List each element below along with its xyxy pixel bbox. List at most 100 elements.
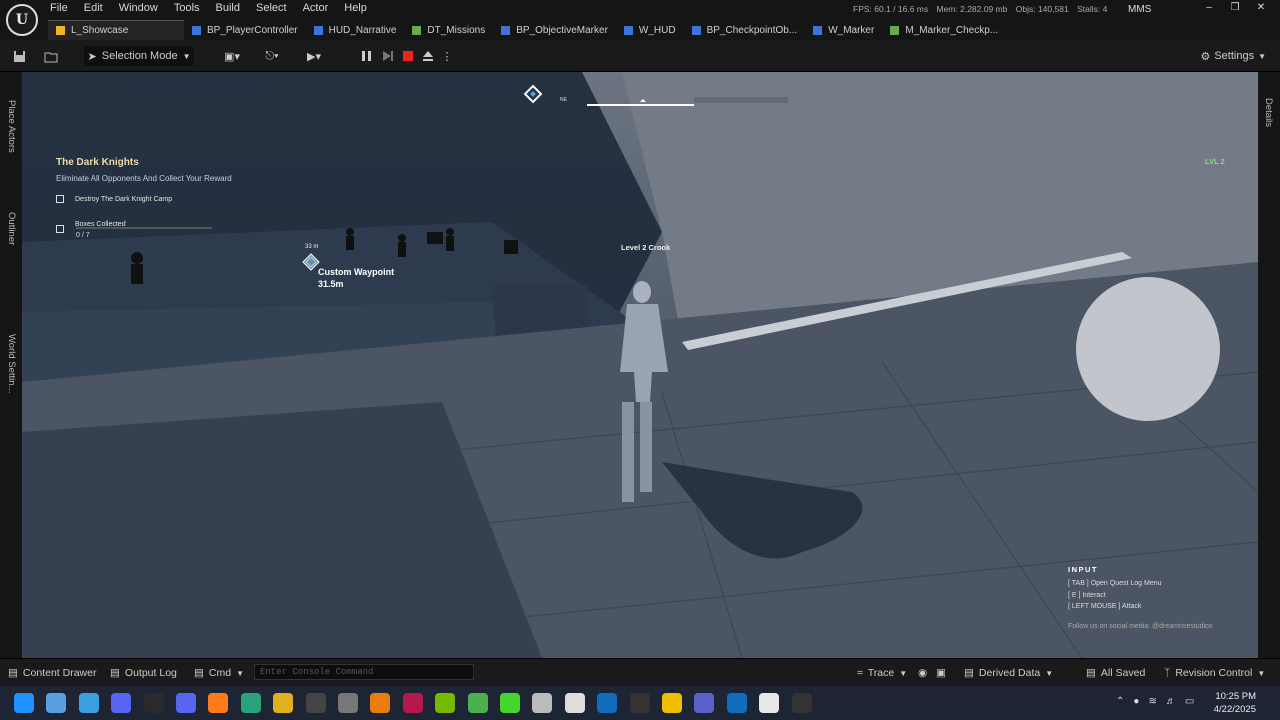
discord-icon[interactable]	[111, 693, 132, 713]
user-label[interactable]: MMS	[1128, 4, 1151, 15]
nvidia-app-icon[interactable]	[435, 693, 456, 713]
cinematics-icon[interactable]: ▶▾	[300, 46, 328, 66]
indesign-icon[interactable]	[402, 693, 423, 713]
selection-mode-dropdown[interactable]: ➤ Selection Mode ▼	[84, 46, 194, 66]
chevron-up-icon[interactable]: ⌃	[1116, 696, 1124, 707]
chrome-icon[interactable]	[273, 693, 294, 713]
tab-1[interactable]: BP_PlayerController	[184, 20, 306, 40]
blender-icon[interactable]	[370, 693, 391, 713]
unreal-logo-icon[interactable]: U	[6, 4, 38, 36]
trace-dropdown[interactable]: ≈ Trace ▼	[857, 667, 907, 679]
window-controls: – ❐ ✕	[1196, 0, 1274, 16]
folder-icon[interactable]	[662, 693, 682, 713]
gear-icon: ⚙	[1200, 50, 1211, 63]
world-settings-tab[interactable]: World Settin...	[6, 334, 17, 394]
tab-0[interactable]: L_Showcase	[48, 20, 184, 40]
log-icon: ▤	[110, 667, 120, 679]
mission-subtitle: Eliminate All Opponents And Collect Your…	[56, 174, 232, 183]
eject-icon[interactable]	[420, 46, 436, 66]
derived-data-label: Derived Data	[978, 667, 1041, 679]
tab-2[interactable]: HUD_Narrative	[306, 20, 405, 40]
mem-stat: Mem: 2,282.09 mb	[936, 4, 1008, 14]
minimize-icon[interactable]: –	[1196, 0, 1222, 16]
record-icon[interactable]: ◉	[918, 667, 927, 679]
menu-edit[interactable]: Edit	[76, 0, 111, 17]
menu-build[interactable]: Build	[208, 0, 248, 17]
menu-tools[interactable]: Tools	[166, 0, 208, 17]
chevron-down-icon: ▼	[899, 668, 908, 678]
save-status-icon: ▤	[1086, 667, 1096, 679]
outlook-icon[interactable]	[597, 693, 618, 713]
microphone-icon[interactable]: ●	[1133, 696, 1139, 707]
stop-icon[interactable]	[400, 46, 416, 66]
close-icon[interactable]: ✕	[1248, 0, 1274, 16]
wifi-icon[interactable]: ≋	[1148, 696, 1156, 707]
all-saved-indicator[interactable]: ▤ All Saved	[1086, 667, 1145, 679]
derived-data-dropdown[interactable]: ▤ Derived Data ▼	[964, 667, 1053, 679]
console-command-input[interactable]: Enter Console Command	[254, 664, 474, 680]
tab-3[interactable]: DT_Missions	[404, 20, 493, 40]
volume-icon[interactable]: ♬	[1166, 696, 1176, 707]
input-line-quest-log: [ TAB ] Open Quest Log Menu	[1068, 580, 1162, 587]
restore-icon[interactable]: ❐	[1222, 0, 1248, 16]
level-viewport[interactable]: The Dark Knights Eliminate All Opponents…	[22, 72, 1258, 658]
objective-1-label: Destroy The Dark Knight Camp	[75, 195, 173, 203]
epic-games-icon[interactable]	[629, 693, 650, 713]
chevron-down-icon: ▼	[1045, 668, 1054, 678]
outliner-tab[interactable]: Outliner	[6, 212, 17, 245]
objective-2: Boxes Collected	[56, 215, 126, 233]
more-options-icon[interactable]: ⋮	[442, 46, 453, 66]
settings-button[interactable]: ⚙ Settings ▼	[1200, 46, 1266, 66]
pause-icon[interactable]	[358, 46, 374, 66]
menu-actor[interactable]: Actor	[295, 0, 337, 17]
save-icon[interactable]	[10, 46, 28, 66]
app-dev-icon[interactable]	[532, 693, 553, 713]
revision-control-label: Revision Control	[1175, 667, 1253, 679]
objective-checkbox	[56, 195, 64, 203]
steam-icon[interactable]	[143, 693, 164, 713]
unity-icon[interactable]	[564, 693, 585, 713]
tab-8[interactable]: M_Marker_Checkp...	[882, 20, 1006, 40]
step-icon[interactable]	[380, 46, 396, 66]
objs-stat: Objs: 140,581	[1015, 4, 1069, 14]
file-explorer-icon[interactable]	[46, 693, 67, 713]
menu-window[interactable]: Window	[111, 0, 166, 17]
menu-select[interactable]: Select	[248, 0, 295, 17]
desktop-icon[interactable]	[78, 693, 99, 713]
epic-alt-icon[interactable]	[791, 693, 812, 713]
discord-blue-icon[interactable]	[176, 693, 196, 713]
windows-start-icon[interactable]	[14, 693, 34, 713]
output-log-button[interactable]: ▤ Output Log	[110, 667, 177, 679]
revision-control-dropdown[interactable]: ᛉ Revision Control ▼	[1164, 667, 1265, 679]
boxes-count: 0 / 7	[76, 232, 90, 239]
edge-icon[interactable]	[240, 693, 261, 713]
blueprint-icon[interactable]: ⎋▾	[258, 46, 286, 66]
obs-icon[interactable]	[305, 693, 326, 713]
browse-icon[interactable]	[42, 46, 60, 66]
level-indicator: LVL 2	[1205, 157, 1225, 166]
outlook-alt-icon[interactable]	[726, 693, 747, 713]
status-bar: ▤ Content Drawer ▤ Output Log ▤ Cmd ▼ En…	[0, 658, 1280, 686]
menu-help[interactable]: Help	[336, 0, 375, 17]
add-content-icon[interactable]: ▣▾	[218, 46, 246, 66]
razer-icon[interactable]	[500, 693, 520, 713]
cmd-dropdown[interactable]: ▤ Cmd ▼	[194, 667, 244, 679]
tab-6[interactable]: BP_CheckpointOb...	[684, 20, 806, 40]
right-side-tabs: Details	[1258, 72, 1280, 658]
tab-4[interactable]: BP_ObjectiveMarker	[493, 20, 616, 40]
battery-icon[interactable]: ▭	[1185, 696, 1194, 707]
unreal-icon[interactable]	[759, 693, 780, 713]
teams-icon[interactable]	[694, 693, 715, 713]
details-tab[interactable]: Details	[1263, 98, 1274, 127]
content-drawer-button[interactable]: ▤ Content Drawer	[8, 667, 96, 679]
notes-icon[interactable]	[338, 693, 358, 713]
camera-icon[interactable]: ▣	[936, 667, 946, 679]
firefox-icon[interactable]	[208, 693, 229, 713]
clock[interactable]: 10:25 PM 4/22/2025	[1214, 690, 1256, 716]
clock-time: 10:25 PM	[1215, 691, 1256, 702]
tab-7[interactable]: W_Marker	[805, 20, 882, 40]
place-actors-tab[interactable]: Place Actors	[6, 100, 17, 153]
tab-5[interactable]: W_HUD	[616, 20, 684, 40]
minecraft-icon[interactable]	[467, 693, 488, 713]
menu-file[interactable]: File	[42, 0, 76, 17]
